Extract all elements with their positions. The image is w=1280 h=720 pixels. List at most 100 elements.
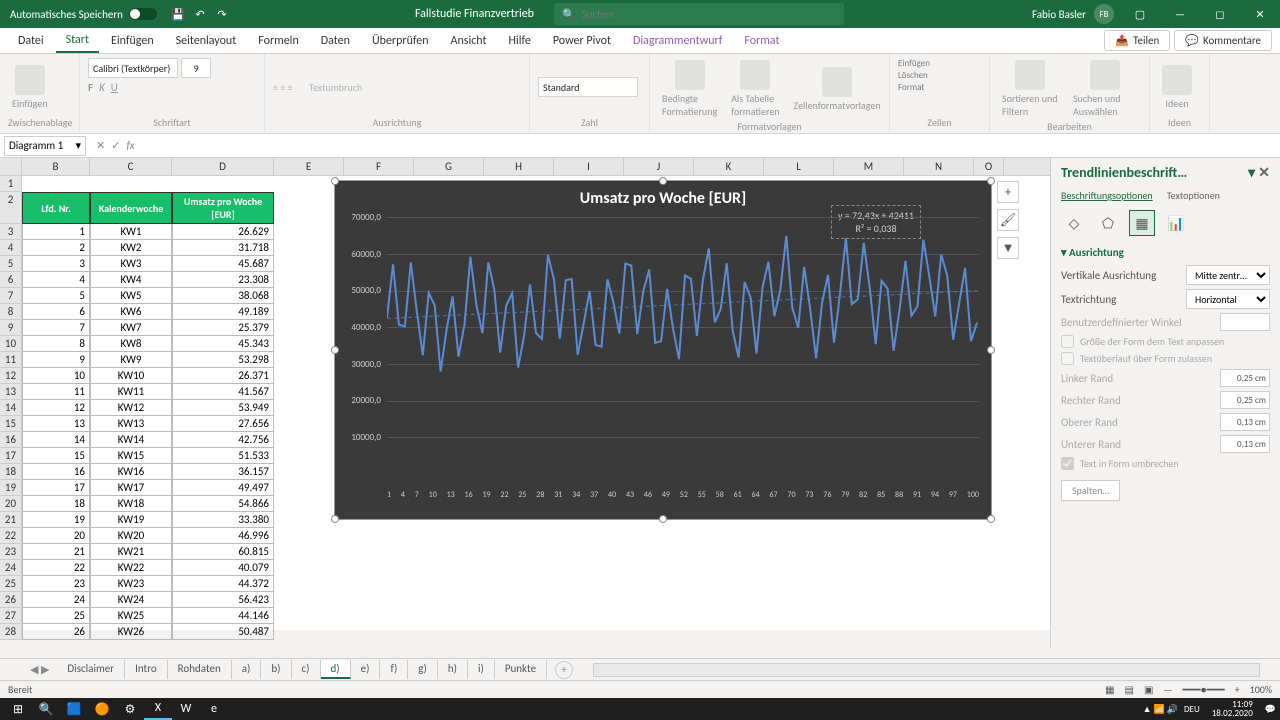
save-icon[interactable]: 💾 — [167, 3, 189, 25]
table-row[interactable]: 6KW649.189 — [22, 304, 274, 320]
row-header[interactable]: 4 — [0, 240, 22, 256]
start-button[interactable]: ⊞ — [4, 698, 32, 720]
search-taskbar-icon[interactable]: 🔍 — [32, 698, 60, 720]
row-header[interactable]: 28 — [0, 624, 22, 640]
row-header[interactable]: 15 — [0, 416, 22, 432]
row-header[interactable]: 20 — [0, 496, 22, 512]
maximize-button[interactable]: ◻ — [1200, 0, 1240, 28]
table-row[interactable]: 24KW2456.423 — [22, 592, 274, 608]
edge-taskbar-icon[interactable]: e — [200, 698, 228, 720]
row-header[interactable]: 27 — [0, 608, 22, 624]
zoom-in-button[interactable]: + — [1235, 683, 1240, 696]
ribbon-tab-datei[interactable]: Datei — [8, 30, 54, 52]
share-button[interactable]: 📤 Teilen — [1104, 30, 1170, 51]
chart-brush-button[interactable]: 🖌 — [997, 209, 1019, 231]
ribbon-tab-einfügen[interactable]: Einfügen — [101, 30, 164, 52]
close-button[interactable]: ✕ — [1240, 0, 1280, 28]
ribbon-tab-daten[interactable]: Daten — [311, 30, 360, 52]
minimize-button[interactable]: — — [1160, 0, 1200, 28]
column-header[interactable]: G — [414, 158, 484, 175]
table-row[interactable]: 21KW2160.815 — [22, 544, 274, 560]
table-row[interactable]: 16KW1636.157 — [22, 464, 274, 480]
table-row[interactable]: 3KW345.687 — [22, 256, 274, 272]
sheet-tab[interactable]: Rohdaten — [168, 660, 232, 679]
table-row[interactable]: 4KW423.308 — [22, 272, 274, 288]
column-header[interactable]: J — [624, 158, 694, 175]
sheet-tab[interactable]: g) — [408, 660, 438, 679]
sheet-nav[interactable]: ◀ ▶ — [30, 663, 49, 676]
ribbon-tab-hilfe[interactable]: Hilfe — [499, 30, 541, 52]
paste-icon[interactable] — [15, 65, 45, 95]
column-header[interactable]: K — [694, 158, 764, 175]
effects-icon[interactable]: ⬠ — [1095, 210, 1121, 236]
column-header[interactable]: M — [834, 158, 904, 175]
table-row[interactable]: 11KW1141.567 — [22, 384, 274, 400]
row-header[interactable]: 22 — [0, 528, 22, 544]
app-icon[interactable]: 🟠 — [88, 698, 116, 720]
ribbon-tab-format[interactable]: Format — [734, 30, 789, 52]
column-header[interactable]: B — [22, 158, 90, 175]
ribbon-tab-überprüfen[interactable]: Überprüfen — [362, 30, 439, 52]
ribbon-tab-power pivot[interactable]: Power Pivot — [543, 30, 621, 52]
row-header[interactable]: 3 — [0, 224, 22, 240]
row-header[interactable]: 23 — [0, 544, 22, 560]
row-header[interactable]: 21 — [0, 512, 22, 528]
row-header[interactable]: 8 — [0, 304, 22, 320]
ribbon-tab-start[interactable]: Start — [56, 29, 99, 53]
size-properties-icon[interactable]: ▦ — [1129, 210, 1155, 236]
table-row[interactable]: 8KW845.343 — [22, 336, 274, 352]
table-row[interactable]: 14KW1442.756 — [22, 432, 274, 448]
find-icon[interactable] — [1090, 60, 1120, 90]
horizontal-scrollbar[interactable] — [593, 663, 1260, 677]
chart-filter-button[interactable]: ▼ — [997, 237, 1019, 259]
zoom-level[interactable]: 100% — [1250, 683, 1272, 696]
row-headers[interactable]: 1234567891011121314151617181920212223242… — [0, 176, 22, 640]
sheet-tab[interactable]: c) — [292, 660, 321, 679]
autosave-toggle[interactable]: Automatisches Speichern — [0, 8, 167, 21]
row-header[interactable]: 26 — [0, 592, 22, 608]
column-header[interactable]: E — [274, 158, 344, 175]
fx-icon[interactable]: fx — [126, 139, 134, 152]
column-header[interactable]: F — [344, 158, 414, 175]
table-row[interactable]: 26KW2650.487 — [22, 624, 274, 640]
table-row[interactable]: 1KW126.629 — [22, 224, 274, 240]
column-header[interactable]: D — [172, 158, 274, 175]
sheet-tab[interactable]: Punkte — [495, 660, 547, 679]
column-header[interactable]: H — [484, 158, 554, 175]
cancel-icon[interactable]: ✕ — [96, 139, 105, 152]
pane-tab-label-options[interactable]: Beschriftungsoptionen — [1061, 189, 1153, 202]
row-header[interactable]: 19 — [0, 480, 22, 496]
fill-effects-icon[interactable]: ◇ — [1061, 210, 1087, 236]
clock[interactable]: 11:09 18.02.2020 — [1206, 700, 1259, 718]
sheet-tab[interactable]: h) — [438, 660, 468, 679]
columns-button[interactable]: Spalten… — [1061, 480, 1120, 501]
table-row[interactable]: 23KW2344.372 — [22, 576, 274, 592]
table-row[interactable]: 25KW2544.146 — [22, 608, 274, 624]
label-options-icon[interactable]: 📊 — [1163, 210, 1189, 236]
delete-button[interactable]: Löschen — [898, 70, 928, 81]
row-header[interactable]: 10 — [0, 336, 22, 352]
font-name-select[interactable] — [88, 58, 178, 78]
ribbon-tab-formeln[interactable]: Formeln — [248, 30, 308, 52]
view-normal-icon[interactable]: ▦ — [1105, 683, 1114, 696]
app-icon[interactable]: 🟦 — [60, 698, 88, 720]
name-box[interactable]: Diagramm 1▾ — [4, 136, 86, 156]
row-header[interactable]: 13 — [0, 384, 22, 400]
column-header[interactable]: I — [554, 158, 624, 175]
notifications-icon[interactable]: 💬 — [1265, 704, 1276, 715]
view-layout-icon[interactable]: ▤ — [1125, 683, 1134, 696]
table-row[interactable]: 7KW725.379 — [22, 320, 274, 336]
search-input[interactable] — [582, 8, 836, 21]
section-alignment[interactable]: Ausrichtung — [1069, 246, 1124, 259]
ribbon-tab-seitenlayout[interactable]: Seitenlayout — [166, 30, 247, 52]
word-taskbar-icon[interactable]: W — [172, 698, 200, 720]
pane-tab-text-options[interactable]: Textoptionen — [1167, 189, 1220, 202]
app-icon[interactable]: ⚙ — [116, 698, 144, 720]
sheet-tab[interactable]: Intro — [125, 660, 168, 679]
row-header[interactable]: 1 — [0, 176, 22, 192]
textdir-select[interactable]: Horizontal — [1186, 289, 1270, 309]
row-header[interactable]: 5 — [0, 256, 22, 272]
underline-button[interactable]: U — [111, 81, 118, 94]
ideas-icon[interactable] — [1162, 65, 1192, 95]
cell-styles-icon[interactable] — [822, 67, 852, 97]
